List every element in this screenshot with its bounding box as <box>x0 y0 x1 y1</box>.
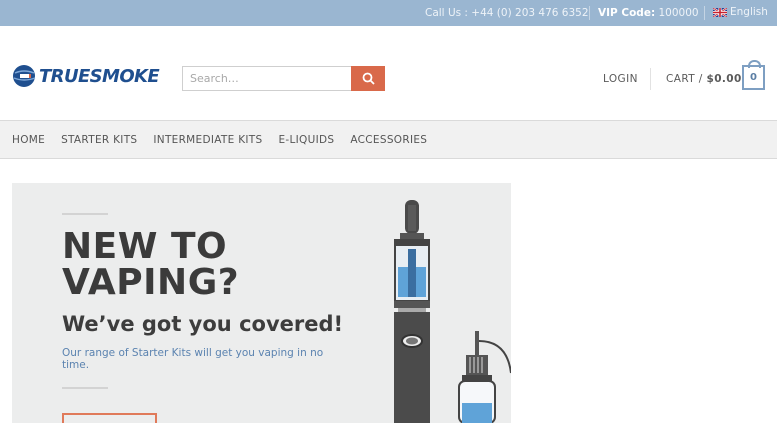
search-icon <box>362 72 375 85</box>
nav-item-intermediate-kits[interactable]: INTERMEDIATE KITS <box>153 134 262 146</box>
uk-flag-icon <box>713 7 727 17</box>
login-link[interactable]: LOGIN <box>603 73 638 85</box>
vip-code-label: VIP Code: <box>598 7 656 19</box>
nav-item-starter-kits[interactable]: STARTER KITS <box>61 134 137 146</box>
cart-total: $0.00 <box>706 73 742 85</box>
language-label: English <box>730 6 768 18</box>
search-button[interactable] <box>351 66 385 91</box>
cart-link[interactable]: CART / $0.00 <box>666 73 742 85</box>
site-logo[interactable]: TRUESMOKE <box>12 64 160 88</box>
search-form <box>182 66 385 91</box>
language-selector[interactable]: English <box>713 6 768 18</box>
topbar-divider <box>589 6 590 20</box>
logo-text: TRUESMOKE <box>39 65 160 87</box>
cart-count-badge[interactable]: 0 <box>742 60 765 90</box>
nav-item-accessories[interactable]: ACCESSORIES <box>350 134 427 146</box>
cart-label: CART / <box>666 73 703 85</box>
search-input[interactable] <box>182 66 351 91</box>
nav-item-e-liquids[interactable]: E-LIQUIDS <box>278 134 334 146</box>
main-navigation: HOME STARTER KITS INTERMEDIATE KITS E-LI… <box>0 120 777 159</box>
nav-item-home[interactable]: HOME <box>12 134 45 146</box>
header-divider <box>650 68 651 90</box>
vip-code-value: 100000 <box>658 7 699 19</box>
logo-globe-icon <box>13 65 36 87</box>
topbar-divider <box>704 6 705 20</box>
call-us-text: Call Us : +44 (0) 203 476 6352 <box>425 7 589 19</box>
vape-pen-illustration <box>394 200 511 423</box>
site-header: TRUESMOKE LOGIN CART / $0.00 0 <box>0 26 777 120</box>
vip-code: VIP Code: 100000 <box>598 7 699 19</box>
hero-banner[interactable]: NEW TO VAPING? We’ve got you covered! Ou… <box>12 183 511 423</box>
top-bar: Call Us : +44 (0) 203 476 6352 VIP Code:… <box>0 0 777 26</box>
